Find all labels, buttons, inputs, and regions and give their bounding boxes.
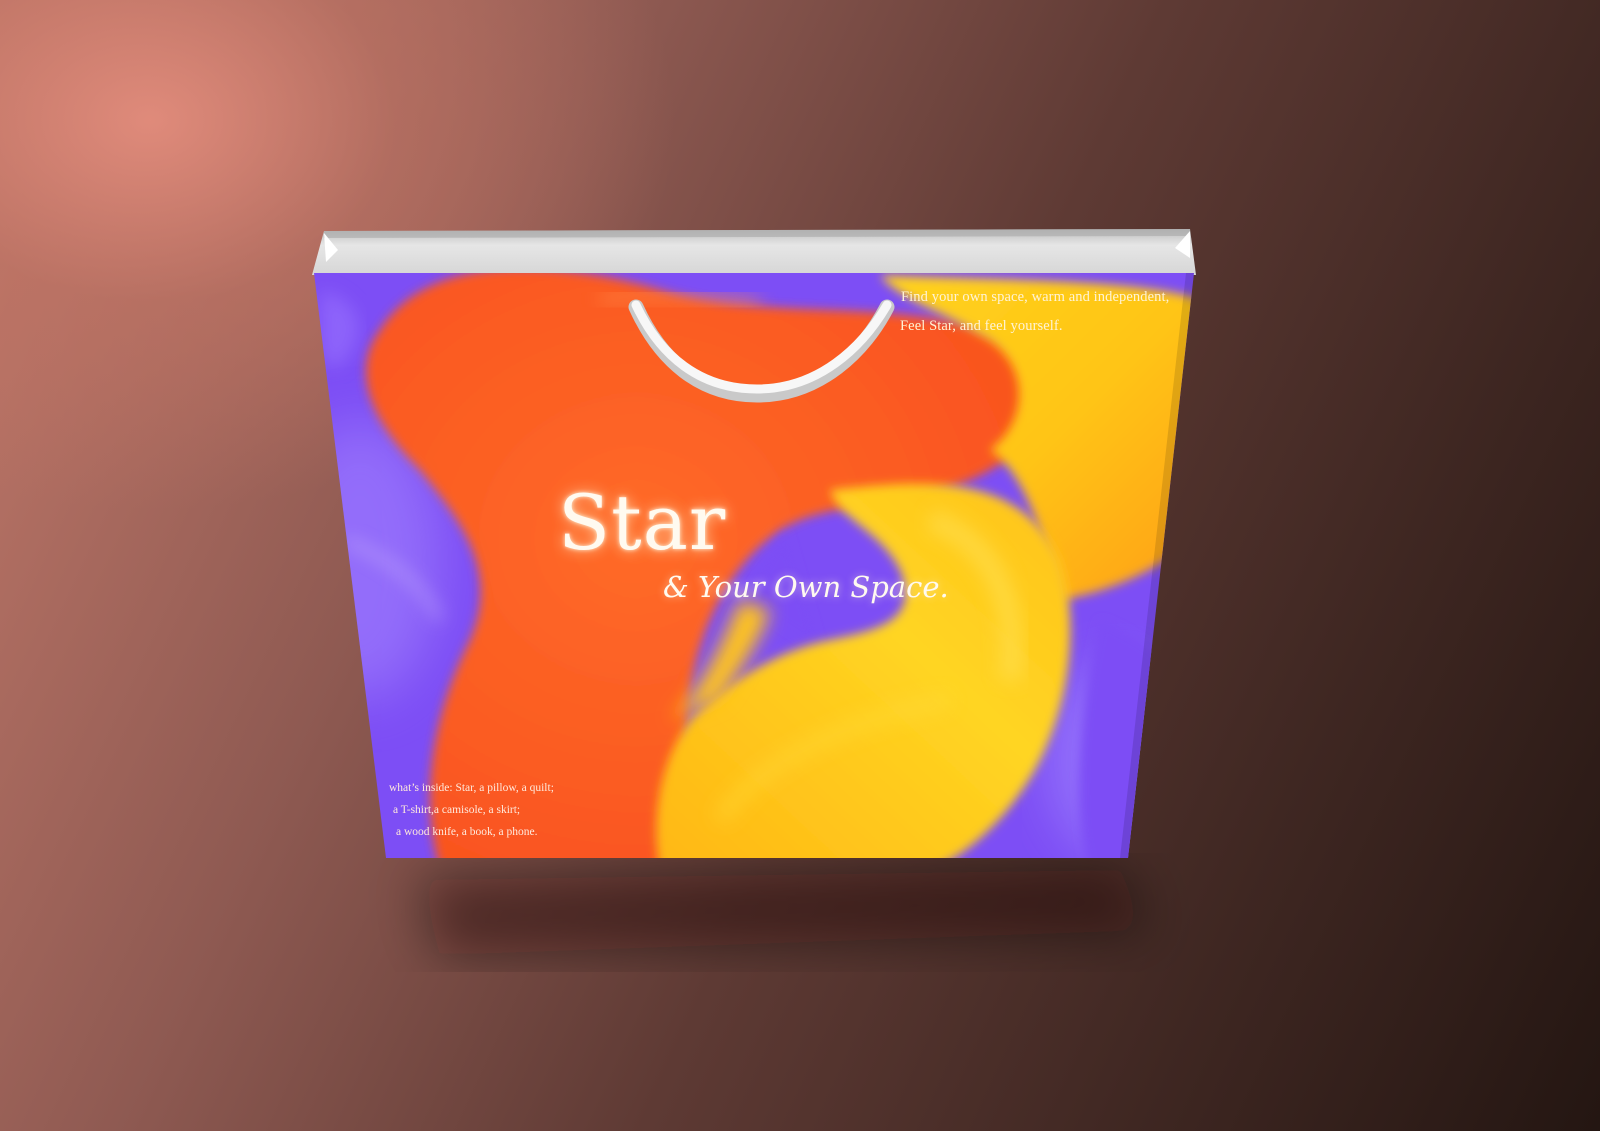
shopping-bag xyxy=(312,229,1196,858)
scene: Find your own space, warm and independen… xyxy=(0,0,1600,1131)
brand-subtitle: & Your Own Space. xyxy=(663,570,949,604)
bag-front-artwork xyxy=(314,273,1194,858)
brand-title: Star xyxy=(558,478,727,567)
tagline-line-2: Feel Star, and feel yourself. xyxy=(900,318,1063,334)
contents-line-3: a wood knife, a book, a phone. xyxy=(396,826,538,838)
contents-line-1: what’s inside: Star, a pillow, a quilt; xyxy=(389,782,554,794)
tagline-line-1: Find your own space, warm and independen… xyxy=(901,289,1170,305)
contents-line-2: a T-shirt,a camisole, a skirt; xyxy=(393,804,521,816)
